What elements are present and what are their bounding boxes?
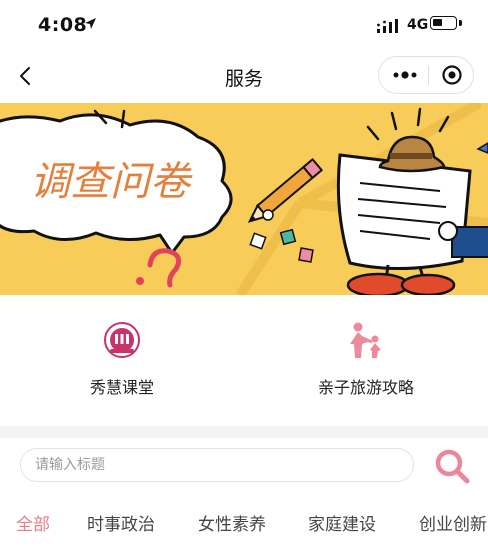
search-icon: [435, 449, 470, 484]
quick-link-label: 亲子旅游攻略: [317, 378, 414, 397]
close-mini-program-button[interactable]: [430, 57, 474, 93]
banner-illustration: 调查问卷: [0, 103, 488, 295]
banner-title: 调查问卷: [30, 159, 193, 205]
quick-link-label: 秀慧课堂: [89, 378, 154, 397]
tab-women-literacy[interactable]: 女性素养: [198, 510, 266, 535]
battery-icon: [430, 16, 457, 30]
signal-icon: [377, 19, 398, 33]
nav-bar: 服务: [0, 50, 488, 102]
section-divider: [0, 426, 488, 438]
quick-link-family-travel[interactable]: 亲子旅游攻略: [244, 296, 488, 426]
tab-all[interactable]: 全部: [16, 510, 50, 535]
classroom-badge-icon: [104, 322, 140, 358]
tab-entrepreneurship[interactable]: 创业创新: [419, 510, 487, 535]
more-button[interactable]: [379, 57, 429, 93]
parent-child-icon: [350, 322, 381, 358]
target-circle-icon: [442, 65, 462, 85]
search-button[interactable]: [432, 446, 472, 486]
location-arrow-icon: [85, 18, 96, 29]
tab-current-affairs[interactable]: 时事政治: [87, 510, 155, 535]
status-time: 4:08: [38, 14, 88, 36]
quick-link-classroom[interactable]: 秀慧课堂: [0, 296, 244, 426]
search-field[interactable]: [20, 448, 414, 482]
mini-program-capsule: [378, 56, 474, 94]
status-bar: 4:08 4G: [0, 0, 488, 50]
more-dots-icon: [393, 71, 417, 79]
search-input[interactable]: [35, 455, 395, 475]
network-type: 4G: [407, 17, 429, 33]
tab-family-building[interactable]: 家庭建设: [308, 510, 376, 535]
quick-links: 秀慧课堂 亲子旅游攻略: [0, 296, 488, 426]
category-tabs: 全部 时事政治 女性素养 家庭建设 创业创新: [0, 500, 488, 553]
survey-banner[interactable]: 调查问卷: [0, 103, 488, 295]
capsule-divider: [428, 66, 429, 85]
battery-cap: [459, 20, 462, 26]
